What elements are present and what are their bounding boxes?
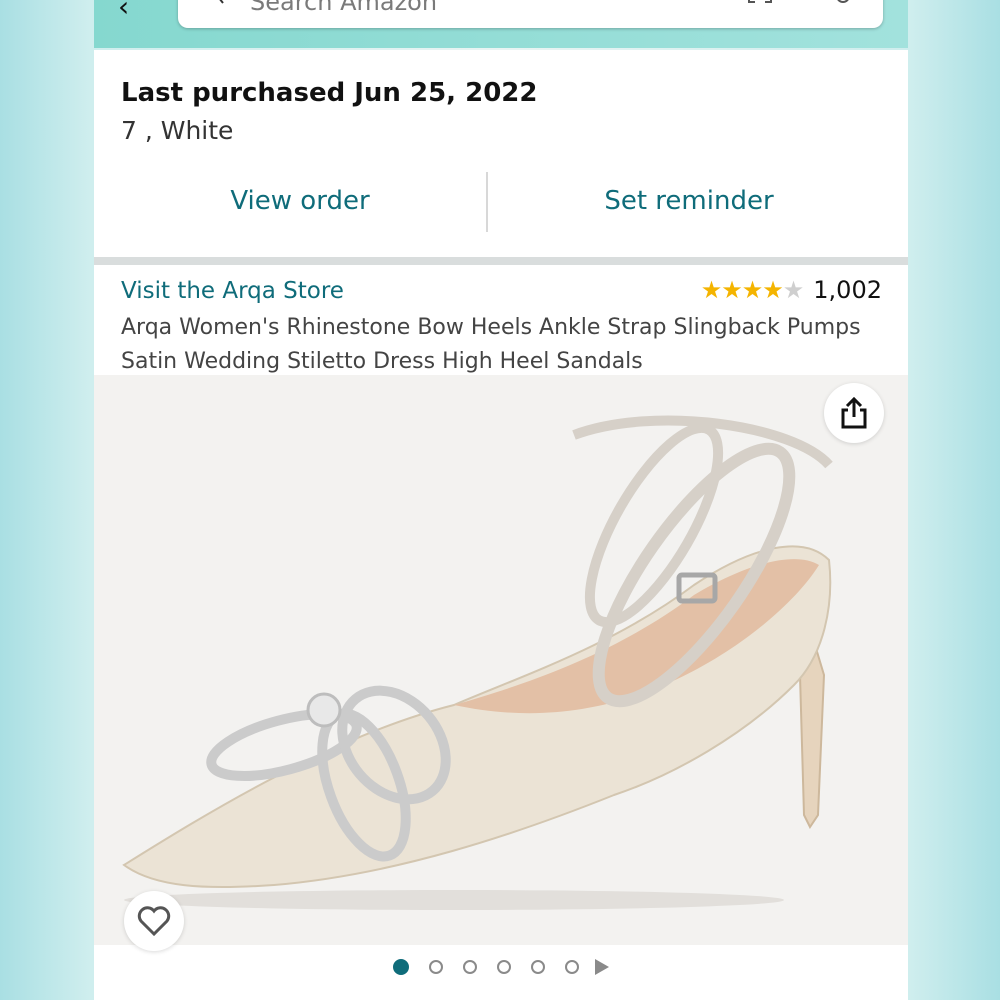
visit-store-link[interactable]: Visit the Arqa Store: [121, 278, 344, 304]
search-placeholder: Search Amazon: [250, 0, 438, 16]
view-order-button[interactable]: View order: [110, 168, 490, 234]
heart-icon: [137, 906, 171, 936]
section-divider: [94, 257, 908, 265]
purchased-variant: 7 , White: [121, 116, 234, 145]
share-icon: [841, 396, 867, 429]
carousel-dot[interactable]: [393, 959, 409, 975]
carousel-dot[interactable]: [463, 960, 477, 974]
play-icon[interactable]: [595, 959, 609, 975]
carousel-dot[interactable]: [531, 960, 545, 974]
camera-scan-icon[interactable]: [747, 0, 773, 6]
add-to-wishlist-button[interactable]: [124, 891, 184, 951]
product-title: Arqa Women's Rhinestone Bow Heels Ankle …: [121, 315, 861, 374]
mic-icon[interactable]: [833, 0, 853, 6]
star-full-icon: ★: [741, 276, 763, 304]
search-icon: [219, 0, 224, 4]
image-carousel-indicator[interactable]: [94, 955, 908, 979]
rating-stars: ★★★★★: [700, 276, 805, 304]
carousel-dot[interactable]: [565, 960, 579, 974]
product-image[interactable]: [94, 375, 908, 951]
product-rating[interactable]: ★★★★★ 1,002: [701, 276, 882, 304]
purchase-info-card: Last purchased Jun 25, 2022 7 , White Vi…: [94, 50, 908, 257]
star-full-icon: ★: [721, 276, 742, 304]
shoe-photo: [122, 415, 833, 910]
last-purchased-date: Last purchased Jun 25, 2022: [121, 78, 538, 108]
carousel-dot[interactable]: [497, 960, 511, 974]
product-card: Visit the Arqa Store ★★★★★ 1,002 Arqa Wo…: [94, 265, 908, 1000]
rating-count: 1,002: [813, 276, 882, 304]
back-arrow-icon[interactable]: ‹: [118, 0, 129, 23]
button-divider: [486, 172, 488, 232]
star-full-icon: ★: [700, 276, 722, 304]
share-button[interactable]: [824, 383, 884, 443]
star-full-icon: ★: [762, 276, 783, 304]
carousel-dot[interactable]: [429, 960, 443, 974]
set-reminder-button[interactable]: Set reminder: [499, 168, 879, 234]
star-empty-icon: ★: [782, 276, 804, 304]
search-input[interactable]: Search Amazon: [178, 0, 883, 28]
